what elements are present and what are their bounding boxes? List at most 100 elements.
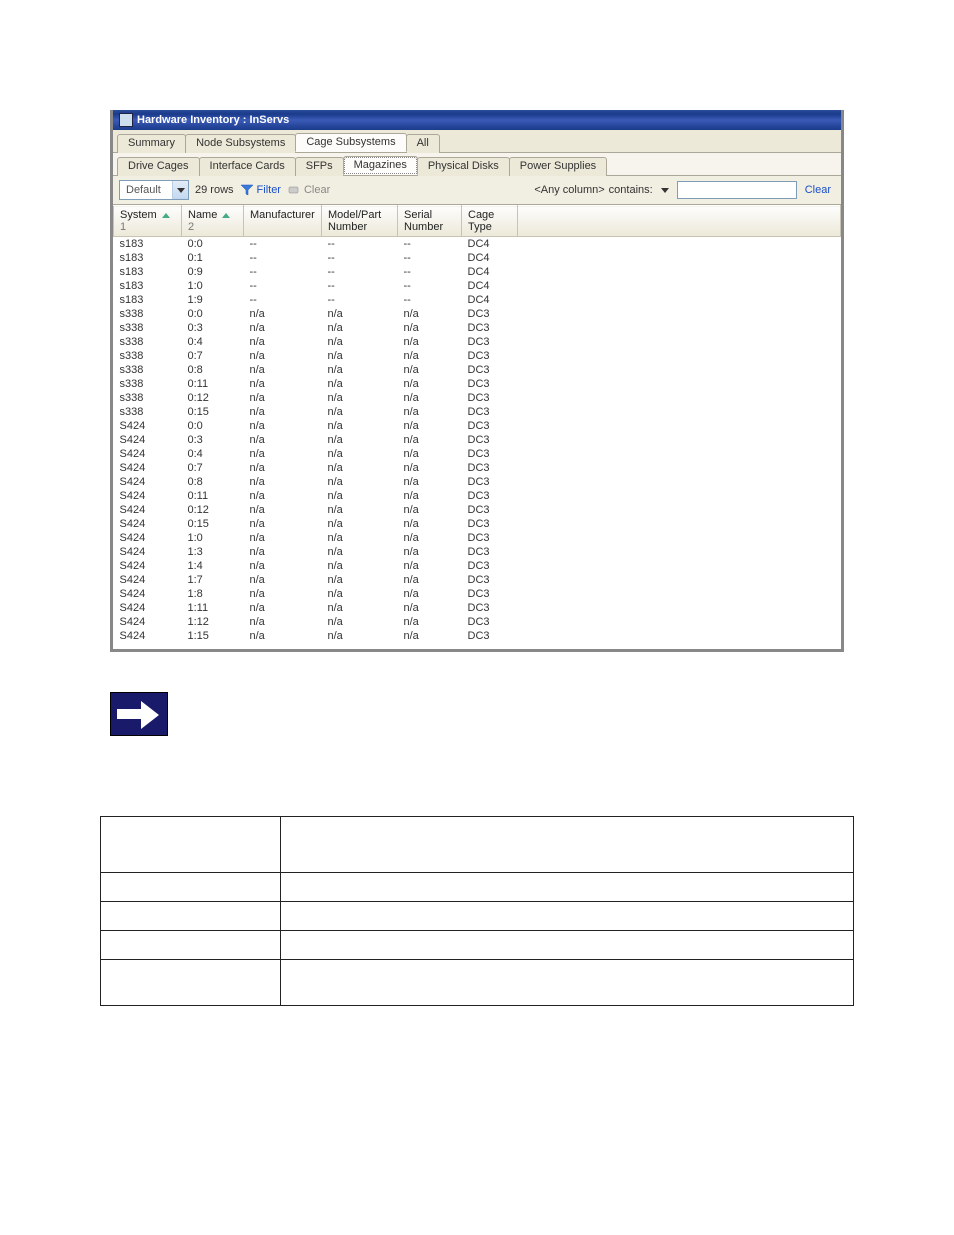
tab-sfps[interactable]: SFPs bbox=[295, 157, 344, 176]
cell: n/a bbox=[398, 531, 462, 545]
table-row[interactable]: s3380:3n/an/an/aDC3 bbox=[114, 321, 841, 335]
clear-link[interactable]: Clear bbox=[801, 184, 835, 196]
tab-power-supplies[interactable]: Power Supplies bbox=[509, 157, 607, 176]
rows-count-label: 29 rows bbox=[195, 184, 234, 196]
column-header-manufacturer[interactable]: Manufacturer bbox=[244, 206, 322, 237]
cell: n/a bbox=[244, 517, 322, 531]
view-dropdown[interactable]: Default bbox=[119, 180, 189, 200]
cell: 0:3 bbox=[182, 433, 244, 447]
table-row[interactable]: S4240:8n/an/an/aDC3 bbox=[114, 475, 841, 489]
cell: DC3 bbox=[462, 573, 518, 587]
cell: n/a bbox=[244, 405, 322, 419]
cell: n/a bbox=[322, 615, 398, 629]
cell: n/a bbox=[322, 587, 398, 601]
cell: s338 bbox=[114, 349, 182, 363]
table-row[interactable]: s1831:9------DC4 bbox=[114, 293, 841, 307]
table-row[interactable]: S4240:12n/an/an/aDC3 bbox=[114, 503, 841, 517]
tab-summary[interactable]: Summary bbox=[117, 134, 186, 153]
window-icon bbox=[119, 113, 133, 127]
cell: n/a bbox=[398, 307, 462, 321]
table-row[interactable]: s3380:11n/an/an/aDC3 bbox=[114, 377, 841, 391]
tab-interface-cards[interactable]: Interface Cards bbox=[199, 157, 296, 176]
cell: 0:0 bbox=[182, 237, 244, 252]
tab-cage-subsystems[interactable]: Cage Subsystems bbox=[295, 133, 406, 152]
cell: -- bbox=[322, 279, 398, 293]
cell: -- bbox=[398, 251, 462, 265]
cell: n/a bbox=[244, 461, 322, 475]
table-row[interactable]: S4241:0n/an/an/aDC3 bbox=[114, 531, 841, 545]
title-bar: Hardware Inventory : InServs bbox=[113, 110, 841, 130]
grid-area: System 1Name 2ManufacturerModel/Part Num… bbox=[113, 205, 841, 649]
column-header-model-part-number[interactable]: Model/Part Number bbox=[322, 206, 398, 237]
clear-filter-button[interactable]: Clear bbox=[287, 184, 330, 196]
table-row[interactable]: S4240:4n/an/an/aDC3 bbox=[114, 447, 841, 461]
tab-drive-cages[interactable]: Drive Cages bbox=[117, 157, 200, 176]
grid-header-row: System 1Name 2ManufacturerModel/Part Num… bbox=[114, 206, 841, 237]
cell: n/a bbox=[398, 377, 462, 391]
cell: n/a bbox=[322, 601, 398, 615]
cell: 1:3 bbox=[182, 545, 244, 559]
table-row[interactable]: S4241:15n/an/an/aDC3 bbox=[114, 629, 841, 643]
cell: DC3 bbox=[462, 489, 518, 503]
table-row[interactable]: S4241:11n/an/an/aDC3 bbox=[114, 601, 841, 615]
table-row[interactable]: s1831:0------DC4 bbox=[114, 279, 841, 293]
tab-node-subsystems[interactable]: Node Subsystems bbox=[185, 134, 296, 153]
cell: s338 bbox=[114, 321, 182, 335]
table-row[interactable]: S4240:7n/an/an/aDC3 bbox=[114, 461, 841, 475]
cell: s338 bbox=[114, 335, 182, 349]
column-header-cage-type[interactable]: Cage Type bbox=[462, 206, 518, 237]
cell: n/a bbox=[398, 545, 462, 559]
cell: n/a bbox=[398, 517, 462, 531]
cell: S424 bbox=[114, 629, 182, 643]
tab-magazines[interactable]: Magazines bbox=[343, 156, 418, 175]
cell: DC3 bbox=[462, 475, 518, 489]
table-row[interactable]: s3380:8n/an/an/aDC3 bbox=[114, 363, 841, 377]
cell: 0:9 bbox=[182, 265, 244, 279]
column-header-serial-number[interactable]: Serial Number bbox=[398, 206, 462, 237]
filter-button[interactable]: Filter bbox=[240, 184, 281, 196]
table-row[interactable]: s3380:7n/an/an/aDC3 bbox=[114, 349, 841, 363]
cell: n/a bbox=[322, 545, 398, 559]
filter-input[interactable] bbox=[677, 181, 797, 199]
cell: n/a bbox=[398, 391, 462, 405]
table-row[interactable]: s3380:0n/an/an/aDC3 bbox=[114, 307, 841, 321]
cell: 1:12 bbox=[182, 615, 244, 629]
column-header-name[interactable]: Name 2 bbox=[182, 206, 244, 237]
table-row[interactable]: S4240:15n/an/an/aDC3 bbox=[114, 517, 841, 531]
tab-all[interactable]: All bbox=[406, 134, 440, 153]
cell: n/a bbox=[244, 349, 322, 363]
table-row[interactable]: s3380:12n/an/an/aDC3 bbox=[114, 391, 841, 405]
table-row[interactable]: s3380:15n/an/an/aDC3 bbox=[114, 405, 841, 419]
sub-tabstrip: Drive CagesInterface CardsSFPsMagazinesP… bbox=[113, 153, 841, 176]
cell: DC3 bbox=[462, 615, 518, 629]
table-row[interactable]: s1830:0------DC4 bbox=[114, 237, 841, 252]
tab-physical-disks[interactable]: Physical Disks bbox=[417, 157, 510, 176]
cell: 0:8 bbox=[182, 363, 244, 377]
cell: n/a bbox=[398, 503, 462, 517]
chevron-down-icon[interactable] bbox=[661, 188, 669, 193]
filter-scope-label[interactable]: <Any column> bbox=[534, 184, 604, 196]
cell: n/a bbox=[244, 629, 322, 643]
cell: n/a bbox=[398, 433, 462, 447]
cell: n/a bbox=[398, 321, 462, 335]
column-header-spacer bbox=[518, 206, 841, 237]
table-row[interactable]: S4240:11n/an/an/aDC3 bbox=[114, 489, 841, 503]
table-row[interactable]: S4241:4n/an/an/aDC3 bbox=[114, 559, 841, 573]
table-row[interactable]: s1830:1------DC4 bbox=[114, 251, 841, 265]
cell: 0:4 bbox=[182, 447, 244, 461]
table-row[interactable]: S4241:7n/an/an/aDC3 bbox=[114, 573, 841, 587]
table-row[interactable]: S4241:12n/an/an/aDC3 bbox=[114, 615, 841, 629]
table-row[interactable]: s1830:9------DC4 bbox=[114, 265, 841, 279]
table-row[interactable]: S4240:3n/an/an/aDC3 bbox=[114, 433, 841, 447]
table-row[interactable]: S4241:8n/an/an/aDC3 bbox=[114, 587, 841, 601]
cell: s338 bbox=[114, 391, 182, 405]
table-row[interactable]: S4240:0n/an/an/aDC3 bbox=[114, 419, 841, 433]
view-dropdown-value: Default bbox=[120, 184, 172, 196]
cell: 1:4 bbox=[182, 559, 244, 573]
table-row[interactable]: S4241:3n/an/an/aDC3 bbox=[114, 545, 841, 559]
cell: n/a bbox=[398, 349, 462, 363]
cell: 0:1 bbox=[182, 251, 244, 265]
cell: 1:9 bbox=[182, 293, 244, 307]
table-row[interactable]: s3380:4n/an/an/aDC3 bbox=[114, 335, 841, 349]
column-header-system[interactable]: System 1 bbox=[114, 206, 182, 237]
